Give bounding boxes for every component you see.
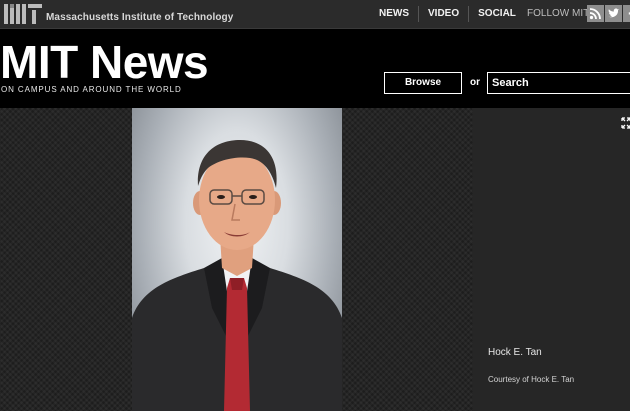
image-gallery <box>0 108 473 411</box>
or-label: or <box>470 77 480 88</box>
institute-name[interactable]: Massachusetts Institute of Technology <box>46 12 233 23</box>
caption-panel <box>473 108 630 411</box>
search-input[interactable] <box>487 72 630 94</box>
caption-name: Hock E. Tan <box>488 347 542 358</box>
nav-video[interactable]: VIDEO <box>419 6 470 22</box>
rss-icon[interactable] <box>587 5 604 22</box>
mit-logo-icon[interactable] <box>4 4 42 24</box>
facebook-icon[interactable] <box>623 5 630 22</box>
nav-social[interactable]: SOCIAL <box>469 6 525 22</box>
nav-news[interactable]: NEWS <box>370 6 419 22</box>
caption-credit: Courtesy of Hock E. Tan <box>488 375 575 384</box>
expand-icon[interactable] <box>621 117 630 129</box>
browse-button[interactable]: Browse <box>384 72 462 94</box>
portrait-photo <box>132 108 342 411</box>
follow-mit-label: FOLLOW MIT <box>527 8 590 19</box>
site-tagline: ON CAMPUS AND AROUND THE WORLD <box>1 85 182 94</box>
twitter-icon[interactable] <box>605 5 622 22</box>
portrait-illustration <box>132 140 342 411</box>
top-nav: NEWS VIDEO SOCIAL <box>370 0 525 28</box>
site-title[interactable]: MIT News <box>0 37 209 87</box>
top-bar: Massachusetts Institute of Technology NE… <box>0 0 630 29</box>
